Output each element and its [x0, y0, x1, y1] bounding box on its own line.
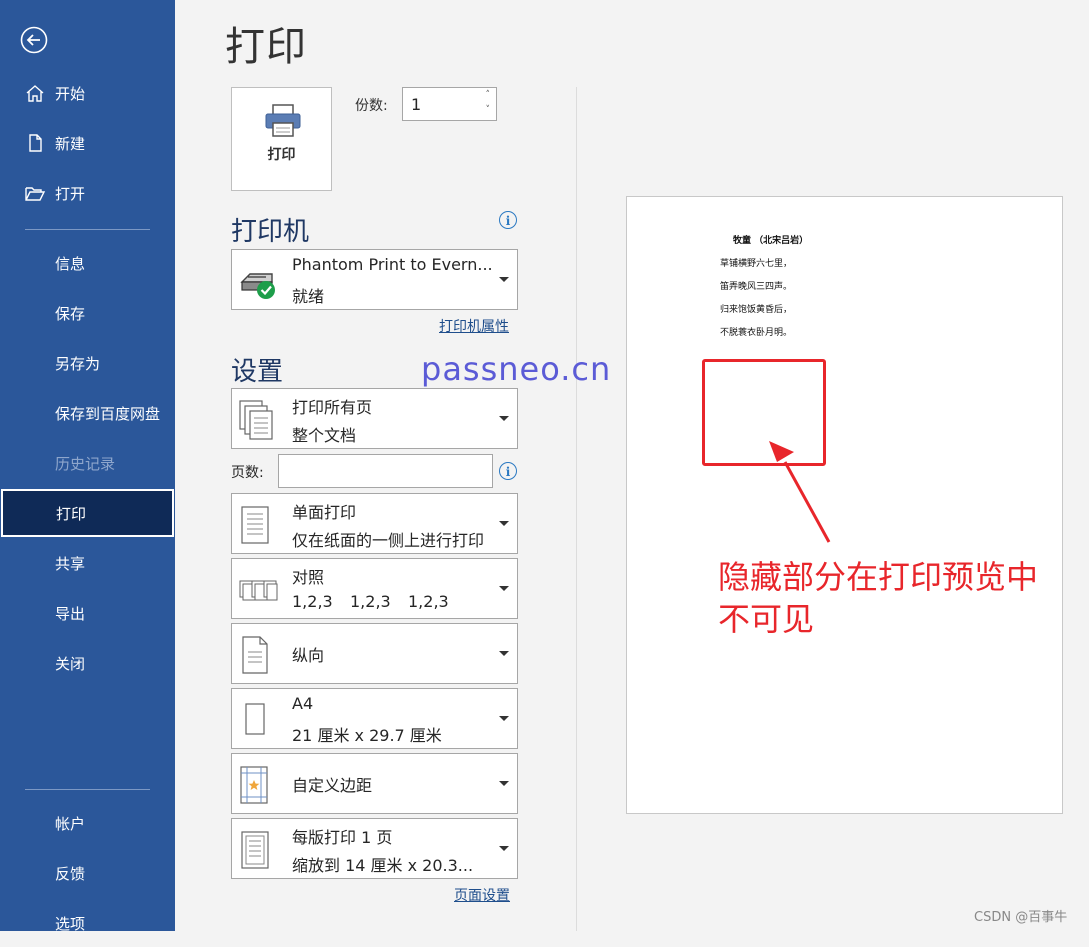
annotation-arrow-icon	[769, 441, 831, 543]
annotation-line-2: 不可见	[718, 600, 815, 638]
annotation-line-1: 隐藏部分在打印预览中	[718, 558, 1039, 596]
annotation-text: 隐藏部分在打印预览中 不可见	[718, 556, 1058, 640]
credit-watermark: CSDN @百事牛	[974, 910, 1068, 925]
